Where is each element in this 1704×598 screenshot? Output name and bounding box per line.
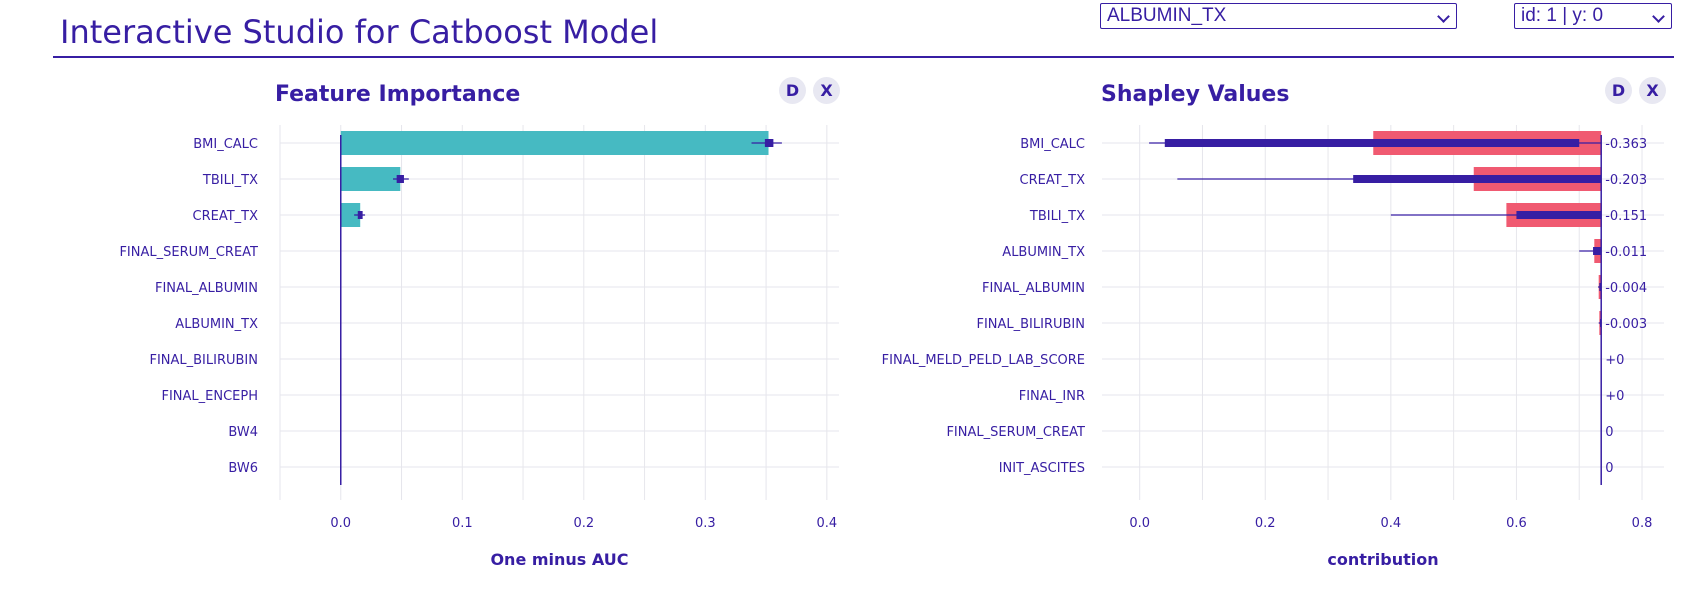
category-label: INIT_ASCITES: [999, 461, 1085, 476]
fi-close-button[interactable]: X: [813, 77, 840, 104]
boxplot-box: [1353, 175, 1602, 183]
value-label: 0: [1605, 461, 1613, 476]
tick-label: 0.2: [573, 516, 594, 531]
category-label: ALBUMIN_TX: [1002, 245, 1085, 260]
category-label: FINAL_SERUM_CREAT: [119, 245, 258, 260]
category-label: BMI_CALC: [1020, 137, 1085, 152]
feature-importance-chart[interactable]: BMI_CALC TBILI_TX CREAT_TX FINAL_SERUM_CREA…: [0, 120, 852, 598]
shap-close-button[interactable]: X: [1639, 77, 1666, 104]
category-label: FINAL_ALBUMIN: [155, 281, 258, 296]
value-label: -0.151: [1605, 209, 1647, 224]
app-title: Interactive Studio for Catboost Model: [60, 13, 659, 51]
category-label: FINAL_INR: [1019, 389, 1085, 404]
category-label: CREAT_TX: [1020, 173, 1086, 188]
x-axis-title: contribution: [1327, 550, 1438, 569]
value-label: 0: [1605, 425, 1613, 440]
value-label: -0.203: [1605, 173, 1647, 188]
value-label: +0: [1605, 389, 1624, 404]
tick-label: 0.0: [330, 516, 351, 531]
tick-label: 0.2: [1255, 516, 1276, 531]
boxplot-box: [396, 175, 404, 183]
header-divider: [53, 56, 1674, 58]
observation-select-value: id: 1 | y: 0: [1521, 5, 1604, 26]
category-label: BMI_CALC: [193, 137, 258, 152]
shap-describe-button[interactable]: D: [1605, 77, 1632, 104]
category-label: FINAL_ALBUMIN: [982, 281, 1085, 296]
boxplot-box: [764, 139, 774, 147]
tick-label: 0.0: [1129, 516, 1150, 531]
category-label: BW6: [228, 461, 258, 476]
value-label: -0.363: [1605, 137, 1647, 152]
observation-select[interactable]: id: 1 | y: 0: [1514, 3, 1672, 29]
category-label: BW4: [228, 425, 258, 440]
tick-label: 0.6: [1506, 516, 1527, 531]
boxplot-box: [1516, 211, 1602, 219]
tick-label: 0.4: [1381, 516, 1402, 531]
shapley-title: Shapley Values: [1101, 82, 1290, 107]
value-label: +0: [1605, 353, 1624, 368]
category-label: ALBUMIN_TX: [175, 317, 258, 332]
x-axis-title: One minus AUC: [490, 550, 628, 569]
category-label: FINAL_MELD_PELD_LAB_SCORE: [882, 353, 1085, 368]
category-label: FINAL_BILIRUBIN: [976, 317, 1085, 332]
bar: [340, 131, 769, 155]
category-label: CREAT_TX: [193, 209, 259, 224]
category-label: TBILI_TX: [202, 173, 258, 188]
tick-label: 0.1: [452, 516, 473, 531]
value-label: -0.003: [1605, 317, 1647, 332]
category-label: FINAL_ENCEPH: [161, 389, 258, 404]
boxplot-box: [1593, 247, 1602, 255]
category-label: TBILI_TX: [1029, 209, 1085, 224]
tick-label: 0.4: [817, 516, 838, 531]
fi-describe-button[interactable]: D: [779, 77, 806, 104]
tick-label: 0.3: [695, 516, 716, 531]
bar: [340, 167, 401, 191]
value-label: -0.011: [1605, 245, 1647, 260]
boxplot-box: [357, 211, 363, 219]
boxplot-box: [1164, 139, 1580, 147]
chevron-down-icon: [1654, 7, 1663, 25]
chevron-down-icon: [1439, 7, 1448, 25]
category-label: FINAL_BILIRUBIN: [149, 353, 258, 368]
value-label: -0.004: [1605, 281, 1647, 296]
category-label: FINAL_SERUM_CREAT: [946, 425, 1085, 440]
variable-select-value: ALBUMIN_TX: [1107, 5, 1227, 26]
variable-select[interactable]: ALBUMIN_TX: [1100, 3, 1457, 29]
tick-label: 0.8: [1632, 516, 1653, 531]
feature-importance-title: Feature Importance: [275, 82, 521, 107]
shapley-values-chart[interactable]: BMI_CALC CREAT_TX TBILI_TX ALBUMIN_TX FINAL_…: [852, 120, 1704, 598]
